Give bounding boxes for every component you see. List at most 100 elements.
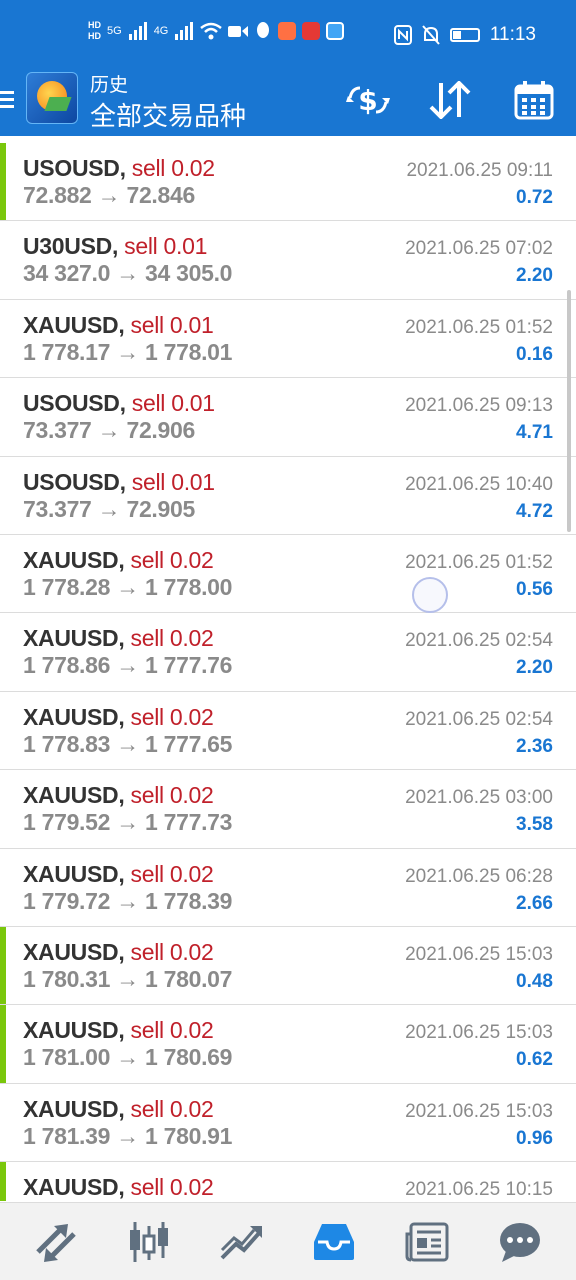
bottom-nav <box>0 1202 576 1280</box>
arrow-icon: → <box>97 182 121 208</box>
trade-symbol: XAUUSD, sell 0.02 <box>23 704 214 731</box>
net-5g-label: 5G <box>107 25 122 37</box>
symbol-label: XAUUSD, <box>23 546 125 573</box>
history-icon <box>314 1223 355 1260</box>
sort-icon <box>429 81 471 119</box>
svg-text:$: $ <box>358 84 377 117</box>
quotes-icon <box>36 1223 77 1262</box>
trade-profit: 2.20 <box>516 657 553 679</box>
signal-icon <box>128 22 147 40</box>
trade-row[interactable]: USOUSD, sell 0.01 73.377 → 72.906 2021.06.… <box>0 378 576 457</box>
trade-time: 2021.06.25 09:13 <box>405 395 553 417</box>
close-price: 1 778.39 <box>145 887 233 914</box>
nav-quotes-button[interactable] <box>26 1212 86 1272</box>
nav-chart-button[interactable] <box>119 1212 179 1272</box>
trade-time: 2021.06.25 15:03 <box>405 1022 553 1044</box>
scrollbar[interactable] <box>567 290 571 532</box>
symbol-label: USOUSD, <box>23 468 126 495</box>
trade-row[interactable]: USOUSD, sell 0.01 73.377 → 72.905 2021.06.… <box>0 457 576 535</box>
trade-history-list[interactable]: USOUSD, sell 0.02 72.882 → 72.846 2021.06.… <box>0 143 576 1201</box>
trade-row[interactable]: XAUUSD, sell 0.02 1 778.83 → 1 777.65 2021… <box>0 692 576 771</box>
trade-time: 2021.06.25 09:11 <box>406 160 553 181</box>
nav-news-button[interactable] <box>397 1212 457 1272</box>
trade-profit: 3.58 <box>516 814 553 836</box>
trade-row[interactable]: U30USD, sell 0.01 34 327.0 → 34 305.0 2021… <box>0 221 576 300</box>
trade-row[interactable]: XAUUSD, sell 0.01 1 778.17 → 1 778.01 2021… <box>0 300 576 379</box>
close-price: 72.905 <box>126 495 196 522</box>
news-icon <box>405 1222 449 1261</box>
trade-side: sell 0.02 <box>130 1017 214 1044</box>
calendar-button[interactable] <box>510 76 558 124</box>
trade-time: 2021.06.25 01:52 <box>405 316 553 338</box>
trade-symbol: XAUUSD, sell 0.02 <box>23 1096 214 1123</box>
open-price: 1 778.17 <box>23 338 111 365</box>
symbol-label: XAUUSD, <box>23 625 125 652</box>
status-time: 11:13 <box>489 24 536 45</box>
status-left: HD HD 5G 4G <box>88 20 345 42</box>
trade-prices: 1 778.28 → 1 778.00 <box>23 574 232 601</box>
trade-side: sell 0.02 <box>130 938 214 965</box>
trade-row[interactable]: XAUUSD, sell 0.02 1 781.00 → 1 780.69 2021… <box>0 1005 576 1084</box>
trade-profit: 0.96 <box>516 1127 553 1149</box>
trade-profit: 4.72 <box>516 500 553 522</box>
trade-profit: 4.71 <box>516 422 553 444</box>
symbol-label: USOUSD, <box>23 390 126 417</box>
close-price: 1 778.00 <box>145 573 233 600</box>
open-price: 1 779.52 <box>23 809 111 836</box>
trade-time: 2021.06.25 07:02 <box>405 238 553 260</box>
close-price: 1 780.07 <box>145 965 233 992</box>
trade-symbol: XAUUSD, sell 0.02 <box>23 938 214 966</box>
page-title: 历史 <box>90 75 129 96</box>
trade-prices: 1 781.39 → 1 780.91 <box>23 1123 232 1150</box>
symbol-label: U30USD, <box>23 233 119 260</box>
open-price: 1 780.31 <box>23 965 111 992</box>
app-logo[interactable] <box>26 72 78 124</box>
trade-icon <box>220 1225 262 1259</box>
menu-icon[interactable] <box>0 88 18 112</box>
trade-prices: 72.882 → 72.846 <box>23 182 195 209</box>
trade-row[interactable]: XAUUSD, sell 0.02 1 778.86 → 1 777.76 2021… <box>0 613 576 692</box>
battery-icon <box>449 28 480 42</box>
trade-row[interactable]: XAUUSD, sell 0.02 1 779.52 → 1 777.73 2021… <box>0 770 576 849</box>
close-price: 1 777.76 <box>145 652 233 679</box>
trade-row[interactable]: XAUUSD, sell 0.02 1 780.31 → 1 780.07 2021… <box>0 926 576 1006</box>
nav-trade-button[interactable] <box>212 1212 272 1272</box>
trade-side: sell 0.02 <box>130 860 214 887</box>
arrow-icon: → <box>116 1044 139 1071</box>
symbol-label: USOUSD, <box>23 155 126 181</box>
status-bar: HD HD 5G 4G 11:13 <box>0 0 576 70</box>
trade-symbol: USOUSD, sell 0.01 <box>23 390 215 417</box>
nfc-icon <box>393 25 412 45</box>
sort-button[interactable] <box>426 76 474 124</box>
arrow-icon: → <box>116 965 139 992</box>
trade-row[interactable]: XAUUSD, sell 0.02 1 781.39 → 1 780.91 2021… <box>0 1084 576 1163</box>
open-price: 34 327.0 <box>23 260 111 287</box>
open-price: 73.377 <box>23 495 92 522</box>
nav-history-button[interactable] <box>304 1212 364 1272</box>
currency-swap-button[interactable]: $ <box>344 76 392 124</box>
nav-chat-button[interactable] <box>490 1212 550 1272</box>
trade-symbol: XAUUSD, sell 0.02 <box>23 1174 214 1201</box>
app-red-icon <box>302 22 321 40</box>
trade-prices: 34 327.0 → 34 305.0 <box>23 260 232 287</box>
trade-row[interactable]: XAUUSD, sell 0.02 1 779.72 → 1 778.39 2021… <box>0 849 576 927</box>
arrow-icon: → <box>116 260 139 287</box>
touch-indicator <box>412 577 448 613</box>
trade-time: 2021.06.25 01:52 <box>405 551 553 573</box>
trade-row[interactable]: XAUUSD, sell 0.02 2021.06.25 10:15 <box>0 1162 576 1201</box>
trade-side: sell 0.01 <box>131 468 215 495</box>
hd-label-2: HD <box>88 31 101 41</box>
trade-profit: 2.66 <box>516 892 553 914</box>
wifi-icon <box>200 22 223 40</box>
trade-time: 2021.06.25 10:15 <box>405 1179 553 1201</box>
trade-prices: 1 778.83 → 1 777.65 <box>23 731 232 758</box>
video-icon <box>228 26 249 37</box>
trade-row[interactable]: XAUUSD, sell 0.02 1 778.28 → 1 778.00 2021… <box>0 535 576 614</box>
trade-prices: 1 779.72 → 1 778.39 <box>23 888 232 915</box>
trade-row[interactable]: USOUSD, sell 0.02 72.882 → 72.846 2021.06.… <box>0 143 576 222</box>
currency-swap-icon: $ <box>346 84 390 117</box>
close-price: 72.906 <box>126 417 196 444</box>
close-price: 34 305.0 <box>145 260 233 287</box>
symbol-filter[interactable]: 全部交易品种 <box>90 96 246 133</box>
trade-profit: 2.36 <box>516 735 553 757</box>
